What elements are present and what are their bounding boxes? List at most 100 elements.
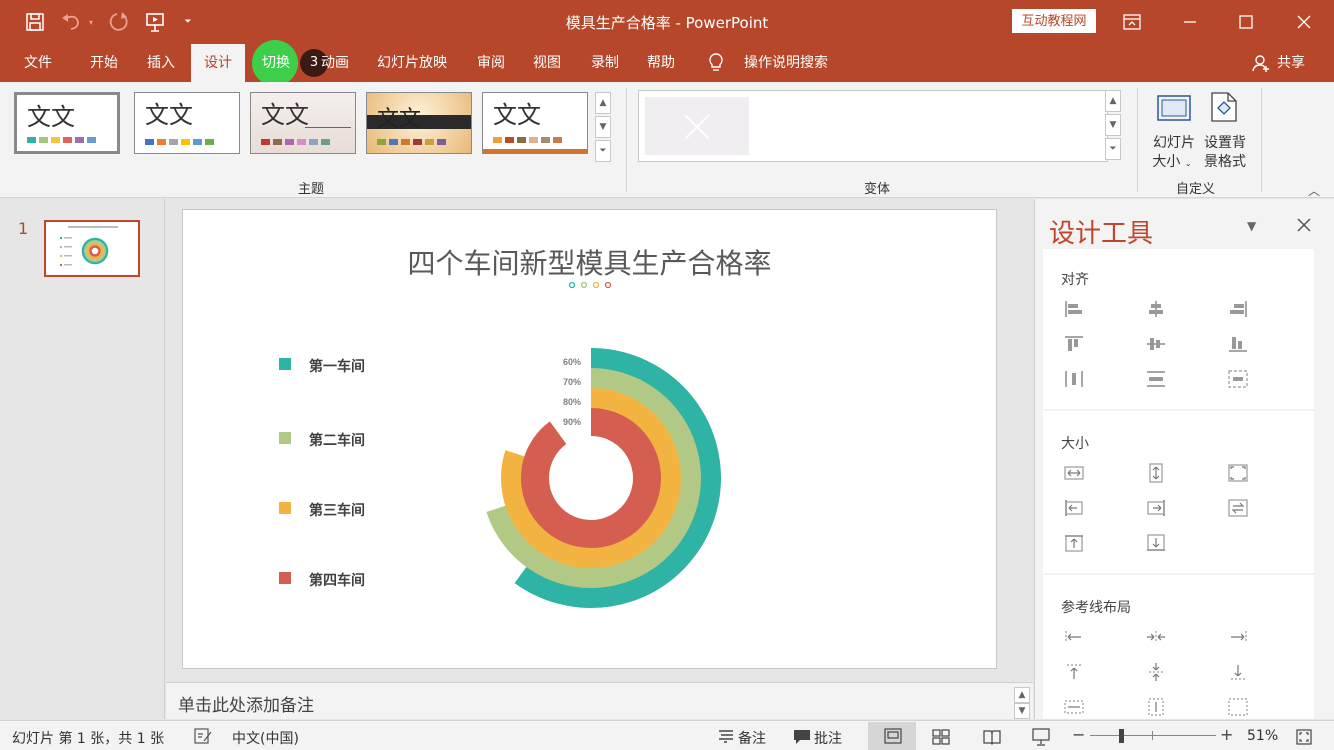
reading-view-icon[interactable]: [983, 729, 1001, 749]
theme-color-swatch: [193, 139, 202, 145]
variants-gallery[interactable]: [638, 90, 1108, 162]
themes-scroll-down[interactable]: ▼: [595, 116, 611, 138]
notes-pane[interactable]: 单击此处添加备注 ▲ ▼: [166, 682, 1033, 719]
tab-animations[interactable]: 动画: [318, 44, 352, 82]
tab-review[interactable]: 审阅: [466, 44, 516, 82]
slide-sorter-icon[interactable]: [932, 729, 950, 749]
align-right-icon[interactable]: [1227, 299, 1249, 319]
tab-view[interactable]: 视图: [522, 44, 572, 82]
notes-scroll-up[interactable]: ▲: [1014, 687, 1030, 703]
title-decoration-dots: [568, 281, 612, 289]
match-size-icon[interactable]: [1227, 463, 1249, 483]
tab-home[interactable]: 开始: [78, 44, 130, 82]
theme-swatches: [377, 139, 446, 145]
zoom-level[interactable]: 51%: [1247, 728, 1278, 744]
match-height-icon[interactable]: [1145, 463, 1167, 483]
swap-icon[interactable]: [1227, 498, 1249, 518]
stretch-left-icon[interactable]: [1063, 498, 1085, 518]
variants-scroll-up[interactable]: ▲: [1105, 90, 1121, 112]
tell-me-search[interactable]: 操作说明搜索: [736, 44, 836, 82]
guide-left-icon[interactable]: [1063, 627, 1085, 647]
theme-3[interactable]: 文文: [250, 92, 356, 154]
slide-thumbnail[interactable]: [44, 220, 140, 277]
format-background-button[interactable]: 设置背 景格式: [1200, 90, 1250, 172]
chart-data-label: 90%: [563, 417, 581, 427]
chart-data-label: 80%: [563, 397, 581, 407]
align-center-icon[interactable]: [1145, 299, 1167, 319]
notes-scroll-down[interactable]: ▼: [1014, 703, 1030, 719]
theme-color-swatch: [425, 139, 434, 145]
align-top-icon[interactable]: [1063, 334, 1085, 354]
minimize-icon[interactable]: [1162, 0, 1218, 44]
zoom-in-button[interactable]: +: [1220, 725, 1233, 744]
radial-bar-chart[interactable]: 60% 70% 80% 90%: [431, 318, 751, 618]
distribute-horizontal-icon[interactable]: [1063, 369, 1085, 389]
tab-insert[interactable]: 插入: [135, 44, 187, 82]
tab-slideshow[interactable]: 幻灯片放映: [364, 44, 460, 82]
theme-4[interactable]: 文文: [366, 92, 472, 154]
zoom-out-button[interactable]: −: [1072, 725, 1085, 744]
tab-help[interactable]: 帮助: [636, 44, 686, 82]
tab-design[interactable]: 设计: [191, 44, 245, 82]
theme-2[interactable]: 文文: [134, 92, 240, 154]
normal-view-button[interactable]: [868, 722, 916, 750]
normal-view-icon: [884, 728, 902, 744]
notes-icon[interactable]: [718, 729, 734, 747]
decoration-dot: [580, 281, 588, 289]
collapse-ribbon-icon[interactable]: ︿: [1308, 182, 1320, 199]
guide-middle-icon[interactable]: [1145, 662, 1167, 682]
guide-top-icon[interactable]: [1063, 662, 1085, 682]
distribute-vertical-icon[interactable]: [1145, 369, 1167, 389]
guide-frame-icon[interactable]: [1227, 697, 1249, 717]
slide-size-button[interactable]: 幻灯片 大小 ⌄: [1146, 90, 1198, 172]
slide-title[interactable]: 四个车间新型模具生产合格率: [183, 242, 996, 282]
stretch-right-icon[interactable]: [1145, 498, 1167, 518]
guide-right-icon[interactable]: [1227, 627, 1249, 647]
match-width-icon[interactable]: [1063, 463, 1085, 483]
guide-height-icon[interactable]: [1145, 697, 1167, 717]
align-bottom-icon[interactable]: [1227, 334, 1249, 354]
tab-record[interactable]: 录制: [580, 44, 630, 82]
align-left-icon[interactable]: [1063, 299, 1085, 319]
stretch-top-icon[interactable]: [1063, 533, 1085, 553]
align-to-slide-icon[interactable]: [1227, 369, 1249, 389]
guide-bottom-icon[interactable]: [1227, 662, 1249, 682]
theme-office[interactable]: 文文: [14, 92, 120, 154]
person-icon[interactable]: [1252, 54, 1270, 76]
notes-toggle[interactable]: 备注: [738, 728, 766, 748]
close-icon[interactable]: [1276, 0, 1332, 44]
format-background-label-1: 设置背: [1204, 135, 1246, 151]
chart-bar-4[interactable]: [521, 408, 661, 548]
share-button[interactable]: 共享: [1272, 44, 1310, 82]
variant-placeholder[interactable]: [645, 97, 749, 155]
slide-canvas[interactable]: 四个车间新型模具生产合格率 第一车间 第二车间 第三车间 第四车间 60% 70%…: [182, 209, 997, 669]
tab-animations-label: 动画: [321, 55, 349, 71]
fit-to-window-icon[interactable]: [1296, 729, 1312, 749]
maximize-icon[interactable]: [1218, 0, 1274, 44]
spelling-check-icon[interactable]: [194, 728, 212, 748]
tab-file[interactable]: 文件: [14, 44, 62, 82]
taskpane-options-icon[interactable]: ▼: [1247, 219, 1256, 233]
slide-editor: 四个车间新型模具生产合格率 第一车间 第二车间 第三车间 第四车间 60% 70%…: [166, 199, 1033, 681]
variants-scroll-down[interactable]: ▼: [1105, 114, 1121, 136]
zoom-slider-thumb[interactable]: [1119, 729, 1124, 743]
tab-transitions[interactable]: 切换: [250, 44, 302, 82]
theme-5[interactable]: 文文: [482, 92, 588, 154]
section-title-align: 对齐: [1061, 272, 1089, 288]
ribbon-display-options-icon[interactable]: [1104, 0, 1160, 44]
language-status[interactable]: 中文(中国): [232, 728, 299, 748]
comments-toggle[interactable]: 批注: [814, 728, 842, 748]
notes-placeholder[interactable]: 单击此处添加备注: [178, 691, 314, 716]
stretch-bottom-icon[interactable]: [1145, 533, 1167, 553]
theme-color-swatch: [553, 137, 562, 143]
slideshow-view-icon[interactable]: [1032, 728, 1050, 750]
variants-more[interactable]: ⏷: [1105, 138, 1121, 160]
align-middle-icon[interactable]: [1145, 334, 1167, 354]
guide-center-icon[interactable]: [1145, 627, 1167, 647]
guide-width-icon[interactable]: [1063, 697, 1085, 717]
taskpane-close-icon[interactable]: [1297, 217, 1311, 236]
themes-more[interactable]: ⏷: [595, 140, 611, 162]
comments-icon[interactable]: [793, 729, 811, 749]
zoom-slider-track[interactable]: [1090, 735, 1216, 736]
themes-scroll-up[interactable]: ▲: [595, 92, 611, 114]
